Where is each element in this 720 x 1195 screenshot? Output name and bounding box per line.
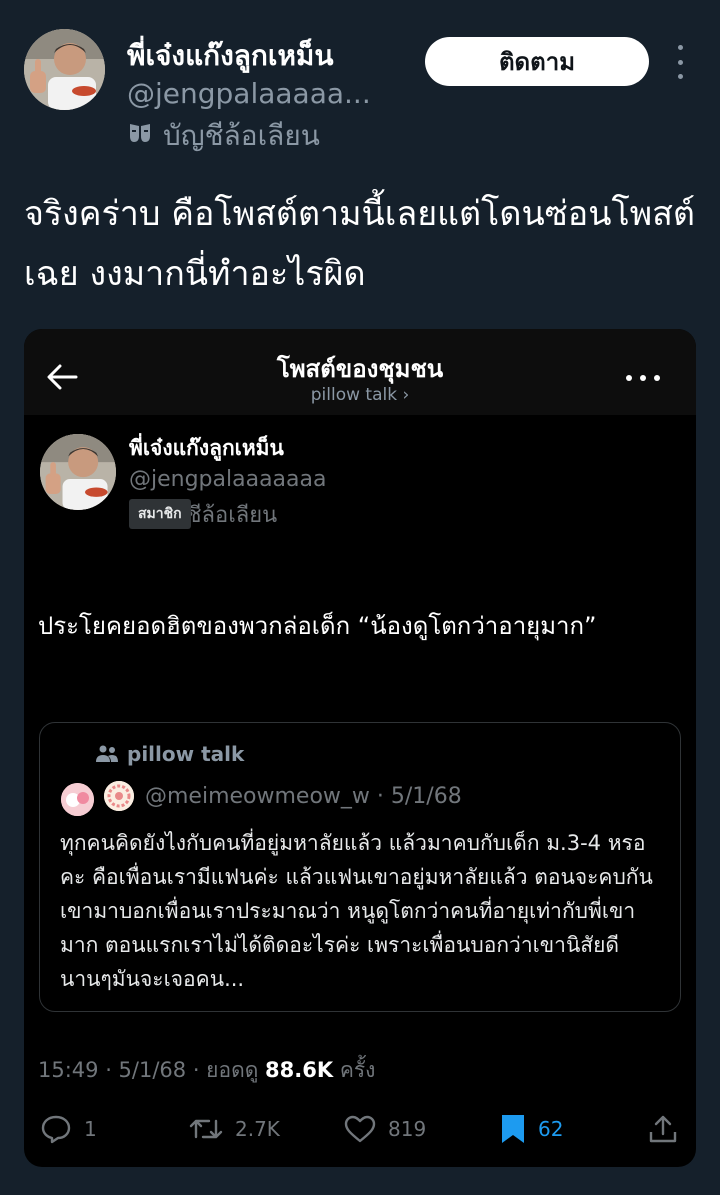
repost-action: 2.7K [189, 1113, 280, 1145]
quoted-community: pillow talk [95, 739, 244, 769]
share-icon [649, 1115, 677, 1143]
bookmark-action: 62 [500, 1113, 563, 1145]
author-handle[interactable]: @jengpalaaaaa... [127, 77, 371, 110]
quoted-post: pillow talk @meimeowmeow_w · 5/1/68 ทุกค… [39, 722, 681, 1012]
quoted-community-avatar [104, 781, 134, 811]
post-meta: 15:49 · 5/1/68 · ยอดดู 88.6K ครั้ง [38, 1054, 375, 1087]
share-action [648, 1113, 678, 1145]
mask-icon [127, 120, 153, 153]
embedded-header-title: โพสต์ของชุมชน [276, 355, 444, 383]
bookmark-count: 62 [538, 1117, 564, 1141]
quoted-text: ทุกคนคิดยังไงกับคนที่อยู่มหาลัยแล้ว แล้ว… [60, 831, 653, 991]
community-icon [96, 745, 118, 762]
like-count: 819 [388, 1117, 427, 1141]
embedded-author-handle: @jengpalaaaaaaa [129, 467, 327, 492]
view-count: 88.6K [265, 1058, 334, 1082]
post-meta-time: 15:49 · 5/1/68 · ยอดดู [38, 1058, 266, 1082]
post-detail-page: พี่เจ๋งแก๊งลูกเหม็น @jengpalaaaaa... บัญ… [0, 0, 720, 1195]
more-horizontal-icon [626, 375, 660, 381]
post-text: จริงคร่าบ คือโพสต์ตามนี้เลยแต่โดนซ่อนโพส… [24, 194, 695, 294]
embedded-author-name: พี่เจ๋งแก๊งลูกเหม็น [129, 436, 284, 460]
author-name[interactable]: พี่เจ๋งแก๊งลูกเหม็น [127, 34, 334, 78]
post-meta-suffix: ครั้ง [333, 1058, 376, 1082]
like-icon [344, 1115, 376, 1143]
embedded-screenshot[interactable]: โพสต์ของชุมชน pillow talk › พี่เจ๋งแก๊งล… [24, 329, 696, 1167]
follow-button[interactable]: ติดตาม [425, 37, 649, 86]
quoted-handle-date: @meimeowmeow_w · 5/1/68 [145, 784, 462, 809]
embedded-header-subtitle: pillow talk › [310, 385, 410, 405]
member-suffix: ชีล้อเลียน [186, 502, 278, 528]
embedded-post-text: ประโยคยอดฮิตของพวกล่อเด็ก “น้องดูโตกว่าอ… [38, 612, 597, 640]
member-badge: สมาชิก [129, 499, 191, 529]
author-avatar[interactable] [24, 29, 105, 110]
parody-label-row: บัญชีล้อเลียน [127, 119, 320, 153]
member-row: สมาชิก ชีล้อเลียน [129, 499, 277, 529]
like-action: 819 [344, 1113, 426, 1145]
reply-count: 1 [84, 1117, 97, 1141]
parody-label: บัญชีล้อเลียน [163, 119, 320, 152]
quoted-author-avatar [61, 783, 94, 816]
embedded-author-avatar [40, 434, 116, 510]
repost-count: 2.7K [235, 1117, 280, 1141]
reply-icon [41, 1115, 71, 1144]
more-vertical-icon[interactable] [670, 45, 690, 79]
bookmark-icon [502, 1115, 524, 1143]
embedded-header: โพสต์ของชุมชน pillow talk › [24, 329, 696, 415]
reply-action: 1 [40, 1113, 97, 1145]
quoted-community-name: pillow talk [127, 742, 245, 766]
repost-icon [189, 1119, 223, 1139]
